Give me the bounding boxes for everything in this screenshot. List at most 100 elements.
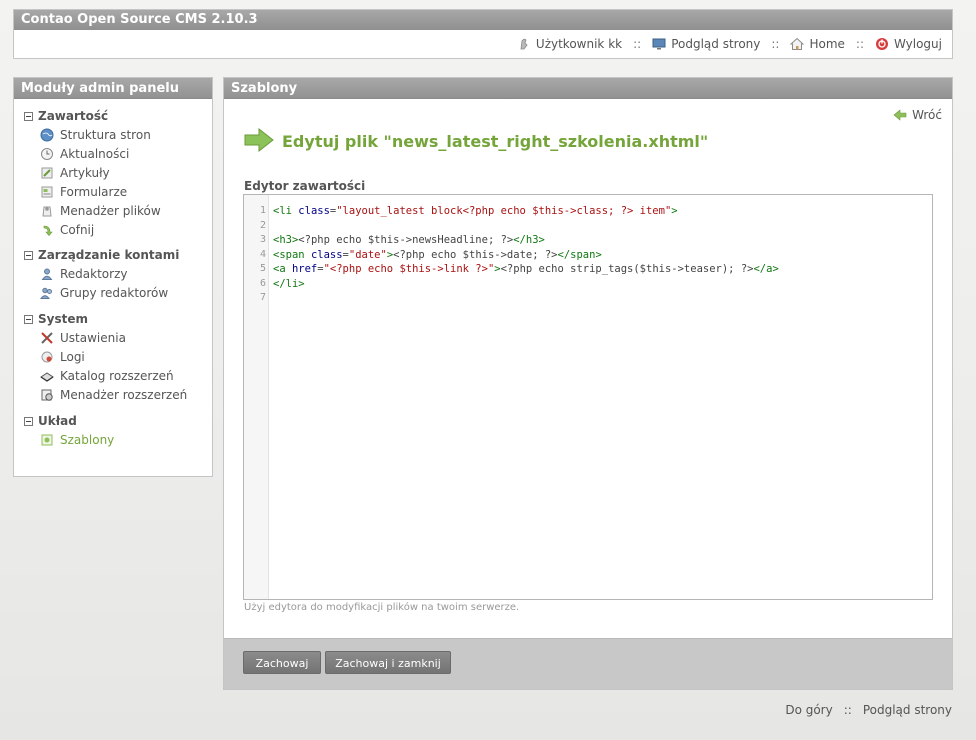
line-number: 2	[259, 219, 266, 231]
editor-label: Edytor zawartości	[244, 179, 366, 193]
nav-separator: ::	[855, 37, 864, 51]
back-label: Wróć	[912, 108, 942, 122]
template-icon	[40, 433, 54, 447]
line-number: 3	[259, 234, 266, 245]
sidebar-item-forms[interactable]: Formularze	[40, 182, 212, 201]
collapse-icon	[24, 416, 33, 426]
sidebar-item-site-structure[interactable]: Struktura stron	[40, 125, 212, 144]
code-line: 7	[244, 291, 932, 306]
preview-link[interactable]: Podgląd strony	[652, 37, 760, 51]
code-editor[interactable]: 1 <li class="layout_latest block<?php ec…	[243, 194, 933, 600]
sidebar-item-label: Aktualności	[60, 146, 130, 161]
logout-label: Wyloguj	[894, 37, 942, 51]
back-to-top-link[interactable]: Do góry	[785, 703, 832, 717]
article-icon	[40, 166, 54, 180]
power-icon	[875, 37, 889, 51]
footer-links: Do góry :: Podgląd strony	[785, 703, 952, 717]
nav-separator: ::	[771, 37, 780, 51]
forward-arrow-icon	[244, 127, 274, 155]
globe-icon	[40, 128, 54, 142]
code-line: 3 <h3><?php echo $this->newsHeadline; ?>…	[244, 233, 932, 248]
line-number: 1	[259, 205, 266, 216]
monitor-icon	[652, 37, 666, 51]
sidebar-item-label: Katalog rozszerzeń	[60, 368, 174, 383]
sidebar-item-label: Szablony	[60, 432, 115, 447]
code-text: <li class="layout_latest block<?php echo…	[273, 205, 678, 217]
back-button[interactable]: Wróć	[893, 108, 942, 122]
nav-separator: ::	[843, 703, 852, 717]
log-icon	[40, 350, 54, 364]
clock-icon	[40, 147, 54, 161]
group-accounts: Zarządzanie kontami Redaktorzy Grupy red…	[24, 246, 212, 302]
sidebar-item-file-manager[interactable]: Menadżer plików	[40, 201, 212, 220]
code-text: <h3><?php echo $this->newsHeadline; ?></…	[273, 234, 545, 246]
page-heading: Edytuj plik "news_latest_right_szkolenia…	[244, 127, 709, 155]
code-text: <span class="date"><?php echo $this->dat…	[273, 248, 602, 261]
line-number: 4	[259, 248, 266, 260]
sidebar-item-extension-manager[interactable]: Menadżer rozszerzeń	[40, 385, 212, 404]
sidebar-item-undo[interactable]: Cofnij	[40, 220, 212, 239]
sidebar-item-templates[interactable]: Szablony	[40, 430, 212, 449]
home-icon	[790, 37, 805, 51]
form-icon	[40, 185, 54, 199]
group-toggle-accounts[interactable]: Zarządzanie kontami	[24, 246, 212, 264]
sidebar-item-news[interactable]: Aktualności	[40, 144, 212, 163]
sidebar-item-label: Menadżer rozszerzeń	[60, 387, 188, 402]
collapse-icon	[24, 111, 33, 121]
group-system: System Ustawienia Logi Katalog rozszerze…	[24, 310, 212, 404]
code-line: 5 <a href="<?php echo $this->link ?>"><?…	[244, 262, 932, 277]
preview-label: Podgląd strony	[671, 37, 761, 51]
sidebar-item-editor-groups[interactable]: Grupy redaktorów	[40, 283, 212, 302]
collapse-icon	[24, 314, 33, 324]
sidebar-item-extension-catalog[interactable]: Katalog rozszerzeń	[40, 366, 212, 385]
nav-separator: ::	[633, 37, 642, 51]
user-icon	[40, 267, 54, 281]
save-button[interactable]: Zachowaj	[243, 651, 321, 674]
group-toggle-layout[interactable]: Układ	[24, 412, 212, 430]
line-number: 5	[259, 263, 266, 274]
sidebar-item-label: Formularze	[60, 184, 128, 199]
file-manager-icon	[40, 204, 54, 218]
group-layout: Układ Szablony	[24, 412, 212, 449]
sidebar-item-articles[interactable]: Artykuły	[40, 163, 212, 182]
code-line: 1 <li class="layout_latest block<?php ec…	[244, 204, 932, 219]
main-title: Szablony	[224, 78, 952, 99]
tools-icon	[40, 331, 54, 345]
sidebar-item-label: Ustawienia	[60, 330, 126, 345]
extension-manager-icon	[40, 388, 54, 402]
user-link[interactable]: Użytkownik kk	[517, 37, 622, 51]
home-label: Home	[809, 37, 845, 51]
sidebar-item-label: Menadżer plików	[60, 203, 161, 218]
group-title: Układ	[38, 414, 77, 428]
save-and-close-button[interactable]: Zachowaj i zamknij	[325, 651, 451, 674]
group-toggle-content[interactable]: Zawartość	[24, 107, 212, 125]
back-arrow-icon	[893, 108, 907, 122]
footer-preview-link[interactable]: Podgląd strony	[863, 703, 952, 717]
sidebar-item-label: Artykuły	[60, 165, 110, 180]
admin-modules-panel: Moduły admin panelu Zawartość Struktura …	[13, 77, 213, 477]
page-title: Edytuj plik "news_latest_right_szkolenia…	[282, 132, 709, 151]
sidebar-item-label: Grupy redaktorów	[60, 285, 169, 300]
code-text: </li>	[273, 277, 305, 290]
top-header: Contao Open Source CMS 2.10.3 Użytkownik…	[13, 9, 953, 59]
users-icon	[40, 286, 54, 300]
code-line: 4 <span class="date"><?php echo $this->d…	[244, 248, 932, 263]
sidebar-item-label: Redaktorzy	[60, 266, 128, 281]
home-link[interactable]: Home	[790, 37, 845, 51]
group-title: Zawartość	[38, 109, 109, 123]
top-navigation: Użytkownik kk :: Podgląd strony :: Home …	[517, 35, 942, 53]
sidebar-item-label: Logi	[60, 349, 85, 364]
catalog-icon	[40, 369, 54, 383]
group-content: Zawartość Struktura stron Aktualności Ar…	[24, 107, 212, 239]
sidebar-item-settings[interactable]: Ustawienia	[40, 328, 212, 347]
logout-link[interactable]: Wyloguj	[875, 37, 942, 51]
sidebar-item-logs[interactable]: Logi	[40, 347, 212, 366]
group-title: Zarządzanie kontami	[38, 248, 180, 262]
action-bar: Zachowaj Zachowaj i zamknij	[224, 638, 952, 689]
code-line: 2	[244, 219, 932, 234]
group-toggle-system[interactable]: System	[24, 310, 212, 328]
app-title: Contao Open Source CMS 2.10.3	[14, 10, 952, 30]
sidebar-item-editors[interactable]: Redaktorzy	[40, 264, 212, 283]
